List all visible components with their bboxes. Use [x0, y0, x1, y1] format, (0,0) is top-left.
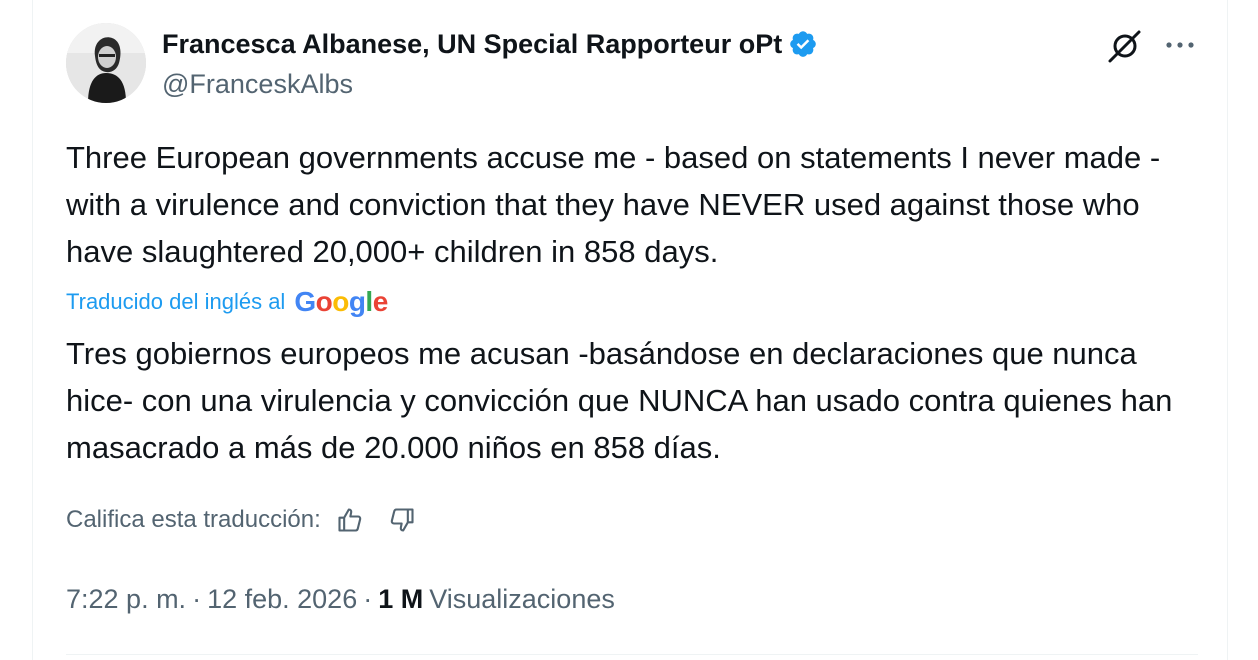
- tweet-text: Three European governments accuse me - b…: [66, 140, 1161, 269]
- tweet-card: Francesca Albanese, UN Special Rapporteu…: [32, 0, 1228, 660]
- thumbs-down-icon: [390, 508, 414, 532]
- tweet-meta: 7:22 p. m. · 12 feb. 2026 · 1 M Visualiz…: [66, 578, 615, 620]
- translation-attribution: Traducido del inglés al Google: [66, 283, 388, 321]
- divider: [66, 654, 1198, 655]
- rate-translation-label: Califica esta traducción:: [66, 506, 321, 533]
- avatar[interactable]: [66, 23, 146, 103]
- meta-separator: ·: [192, 583, 202, 614]
- meta-separator: ·: [363, 583, 373, 614]
- thumbs-up-button[interactable]: [333, 503, 367, 537]
- google-logo: Google: [294, 286, 388, 317]
- avatar-photo: [66, 23, 146, 103]
- author-display-name[interactable]: Francesca Albanese, UN Special Rapporteu…: [162, 27, 818, 61]
- thumbs-up-icon: [338, 508, 362, 532]
- translated-text: Tres gobiernos europeos me acusan -basán…: [66, 336, 1173, 465]
- rate-translation: Califica esta traducción:: [66, 500, 419, 540]
- translated-label[interactable]: Traducido del inglés al: [66, 289, 285, 315]
- more-icon: [1166, 42, 1194, 48]
- more-options-button[interactable]: [1158, 25, 1202, 65]
- verified-badge-icon[interactable]: [788, 29, 818, 59]
- display-name-text: Francesca Albanese, UN Special Rapporteu…: [162, 29, 783, 59]
- thumbs-down-button[interactable]: [385, 503, 419, 537]
- grok-icon: [1108, 30, 1141, 63]
- tweet-time[interactable]: 7:22 p. m.: [66, 584, 186, 615]
- grok-button[interactable]: [1102, 25, 1146, 69]
- views-count: 1 M: [378, 583, 424, 614]
- author-handle[interactable]: @FranceskAlbs: [162, 67, 353, 101]
- views-label: Visualizaciones: [429, 583, 615, 614]
- tweet-date[interactable]: 12 feb. 2026: [207, 584, 357, 615]
